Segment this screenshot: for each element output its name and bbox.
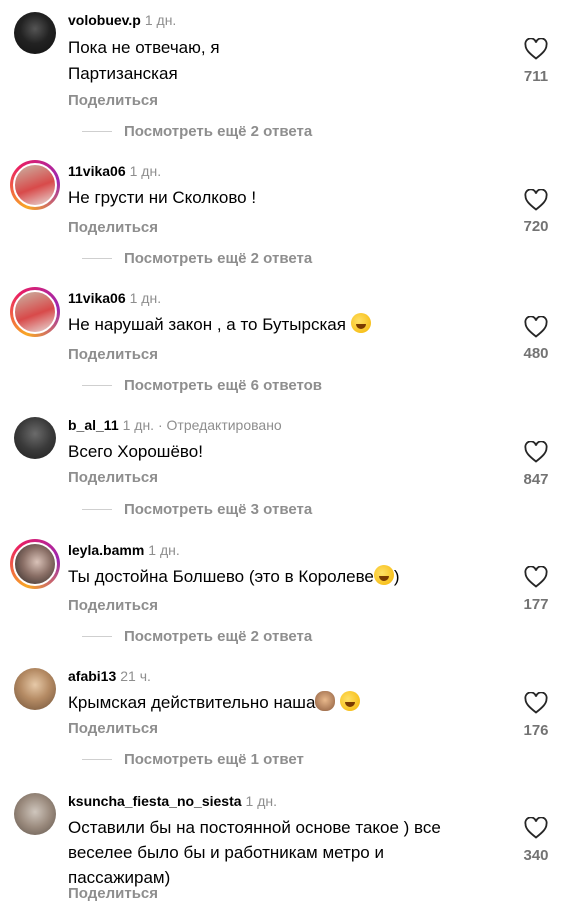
username[interactable]: volobuev.p — [68, 12, 141, 28]
replies-divider — [82, 509, 112, 510]
view-replies-button[interactable]: Посмотреть ещё 6 ответов — [68, 377, 322, 394]
view-replies-label: Посмотреть ещё 2 ответа — [124, 123, 313, 140]
comment-text: Всего Хорошёво! — [68, 442, 203, 461]
replies-divider — [82, 385, 112, 386]
like-count: 847 — [523, 471, 549, 488]
view-replies-button[interactable]: Посмотреть ещё 1 ответ — [68, 751, 304, 768]
timestamp: 1 дн. — [144, 12, 177, 28]
heart-outline-icon[interactable] — [524, 316, 548, 338]
view-replies-button[interactable]: Посмотреть ещё 2 ответа — [68, 628, 312, 645]
laughing-emoji — [350, 313, 371, 333]
avatar[interactable] — [14, 417, 56, 459]
view-replies-label: Посмотреть ещё 6 ответов — [124, 377, 323, 394]
timestamp: 1 дн. — [129, 163, 162, 179]
heart-outline-icon[interactable] — [524, 38, 548, 60]
heart-outline-icon[interactable] — [524, 692, 548, 714]
view-replies-label: Посмотреть ещё 1 ответ — [124, 751, 304, 768]
comment-text: Пока не отвечаю, я Партизанская — [68, 38, 220, 83]
timestamp: 1 дн. — [129, 290, 162, 306]
comment-text: Оставили бы на постоянной основе такое )… — [68, 818, 441, 887]
view-replies-label: Посмотреть ещё 2 ответа — [124, 628, 313, 645]
avatar-image — [13, 542, 57, 586]
avatar[interactable] — [10, 287, 60, 337]
username[interactable]: 11vika06 — [68, 290, 126, 306]
like-count: 340 — [523, 847, 549, 864]
replies-divider — [82, 131, 112, 132]
avatar[interactable] — [14, 12, 56, 54]
comment-meta: ksuncha_fiesta_no_siesta 1 дн. — [68, 793, 277, 809]
like-count: 177 — [523, 596, 549, 613]
share-button[interactable]: Поделиться — [68, 92, 158, 109]
laughing-emoji — [373, 565, 394, 585]
comment-text: Не нарушай закон , а то Бутырская — [68, 312, 498, 338]
comment-meta: leyla.bamm 1 дн. — [68, 542, 180, 558]
timestamp: 1 дн. — [122, 417, 155, 433]
comment-meta: volobuev.p 1 дн. — [68, 12, 176, 28]
username[interactable]: b_al_11 — [68, 417, 119, 433]
like-count: 480 — [523, 345, 549, 362]
share-button[interactable]: Поделиться — [68, 885, 158, 902]
replies-divider — [82, 636, 112, 637]
comment-text: Крымская действительно наша — [68, 690, 498, 716]
like-count: 720 — [523, 218, 549, 235]
comment-text-tail: ) — [393, 567, 400, 586]
like-count: 176 — [523, 722, 549, 739]
comment-meta: b_al_11 1 дн. · Отредактировано — [68, 417, 282, 433]
replies-divider — [82, 759, 112, 760]
view-replies-label: Посмотреть ещё 2 ответа — [124, 250, 313, 267]
avatar[interactable] — [10, 539, 60, 589]
timestamp: 21 ч. — [120, 668, 151, 684]
comment-meta: 11vika06 1 дн. — [68, 290, 161, 306]
edited-label: · Отредактировано — [157, 417, 282, 433]
view-replies-button[interactable]: Посмотреть ещё 2 ответа — [68, 250, 312, 267]
share-button[interactable]: Поделиться — [68, 720, 158, 737]
view-replies-label: Посмотреть ещё 3 ответа — [124, 501, 313, 518]
replies-divider — [82, 258, 112, 259]
username[interactable]: leyla.bamm — [68, 542, 144, 558]
timestamp: 1 дн. — [245, 793, 277, 809]
heart-outline-icon[interactable] — [524, 441, 548, 463]
comment-meta: 11vika06 1 дн. — [68, 163, 161, 179]
comment-text: Не грусти ни Сколково ! — [68, 188, 257, 207]
like-count: 711 — [523, 68, 549, 85]
timestamp: 1 дн. — [148, 542, 180, 558]
heart-outline-icon[interactable] — [524, 817, 548, 839]
comment-text-content: Крымская действительно наша — [68, 693, 316, 712]
share-button[interactable]: Поделиться — [68, 469, 158, 486]
username[interactable]: afabi13 — [68, 668, 116, 684]
share-button[interactable]: Поделиться — [68, 597, 158, 614]
see-no-evil-monkey-emoji — [315, 691, 336, 711]
comment-text-content: Не нарушай закон , а то Бутырская — [68, 315, 346, 334]
heart-outline-icon[interactable] — [524, 566, 548, 588]
avatar[interactable] — [14, 668, 56, 710]
heart-outline-icon[interactable] — [524, 189, 548, 211]
comment-meta: afabi13 21 ч. — [68, 668, 151, 684]
share-button[interactable]: Поделиться — [68, 219, 158, 236]
avatar-image — [13, 163, 57, 207]
avatar-image — [13, 290, 57, 334]
comment-text-content: Ты достойна Болшево (это в Королеве — [68, 567, 374, 586]
username[interactable]: ksuncha_fiesta_no_siesta — [68, 793, 242, 809]
comment-text: Ты достойна Болшево (это в Королеве) — [68, 564, 498, 590]
share-button[interactable]: Поделиться — [68, 346, 158, 363]
view-replies-button[interactable]: Посмотреть ещё 2 ответа — [68, 123, 312, 140]
laughing-emoji — [340, 691, 361, 711]
avatar[interactable] — [14, 793, 56, 835]
view-replies-button[interactable]: Посмотреть ещё 3 ответа — [68, 501, 312, 518]
avatar[interactable] — [10, 160, 60, 210]
username[interactable]: 11vika06 — [68, 163, 126, 179]
